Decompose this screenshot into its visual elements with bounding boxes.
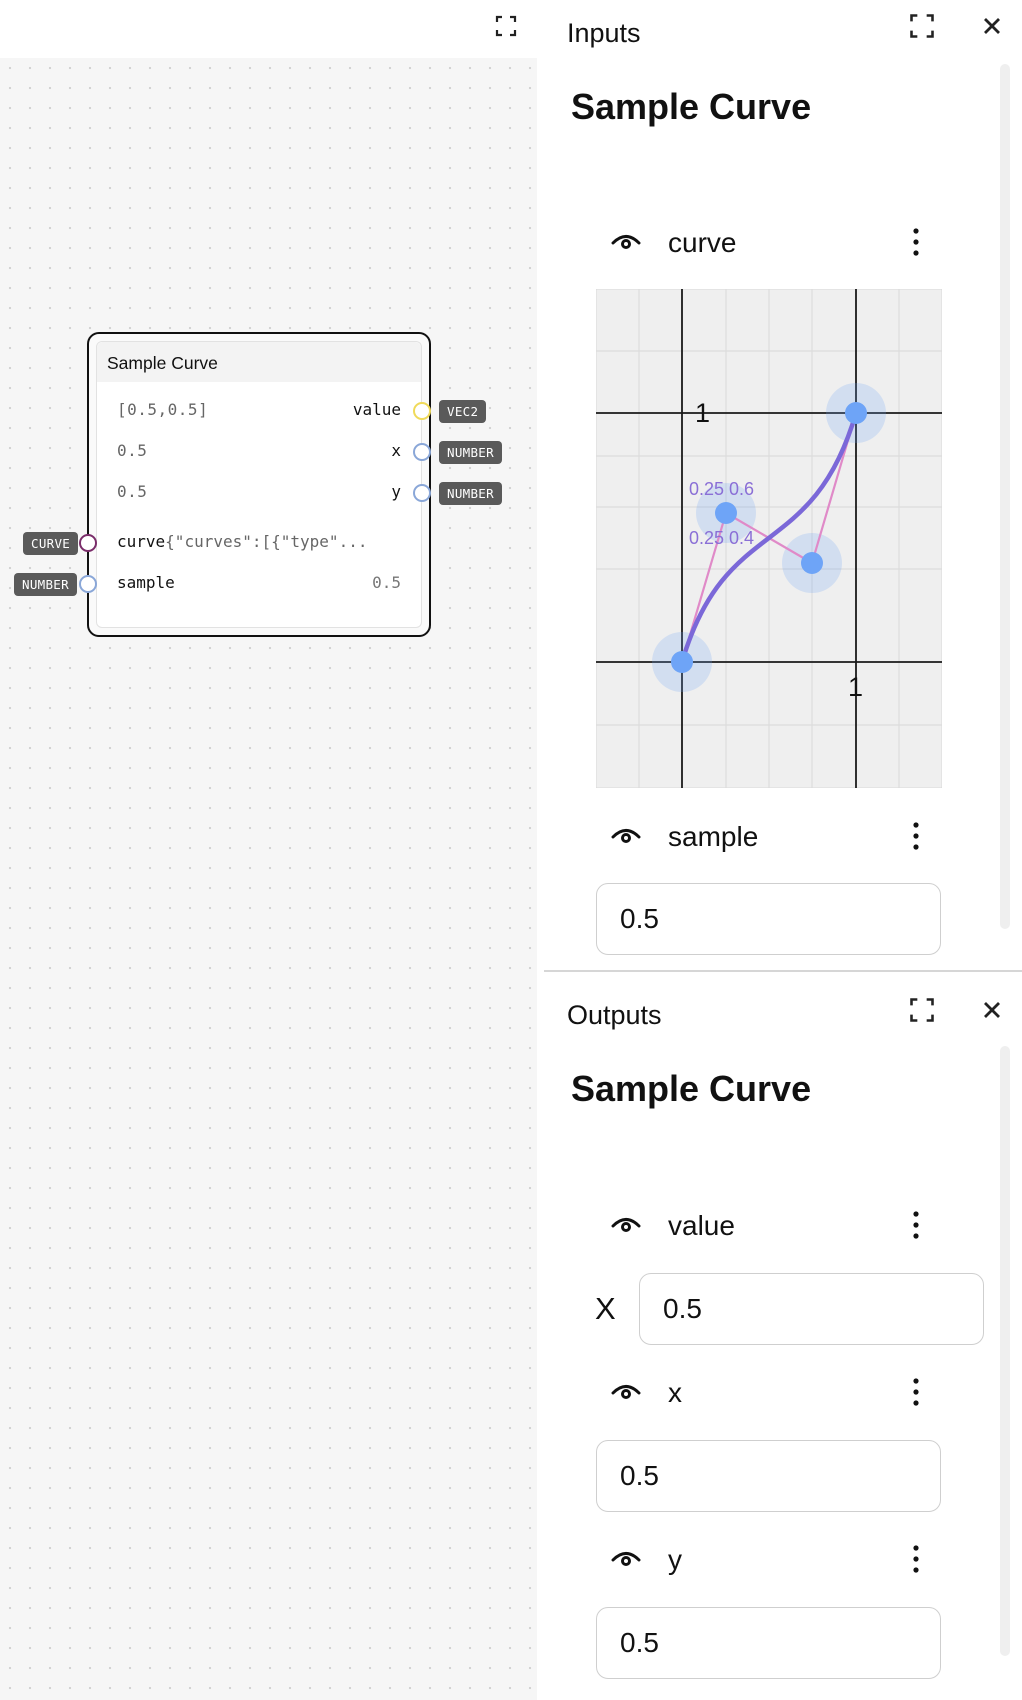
inputs-panel-heading: Sample Curve (571, 86, 812, 127)
more-vertical-icon[interactable] (910, 227, 922, 257)
sample-curve-node[interactable]: Sample Curve [0.5,0.5] value 0.5 x 0.5 y… (14, 332, 502, 637)
inputs-scrollbar[interactable] (1000, 64, 1010, 929)
control-point-handle-1[interactable] (715, 502, 737, 524)
node-output-row-x: 0.5 x (97, 441, 421, 465)
point-label-handle-1: 0.25 0.6 (689, 479, 754, 499)
eye-icon[interactable] (610, 1211, 642, 1239)
axis-label-x-one: 1 (848, 672, 863, 702)
output-preview: 0.5 (117, 482, 148, 501)
output-port-value[interactable] (413, 402, 431, 420)
x-number-input[interactable]: 0.5 (596, 1440, 941, 1512)
input-label: sample (117, 573, 175, 592)
close-icon[interactable] (978, 996, 1006, 1024)
node-canvas[interactable]: Sample Curve [0.5,0.5] value 0.5 x 0.5 y… (0, 58, 537, 1700)
field-label: y (668, 1544, 682, 1575)
more-vertical-icon[interactable] (910, 1377, 922, 1407)
more-vertical-icon[interactable] (910, 1544, 922, 1574)
field-label: sample (668, 821, 759, 852)
input-port-curve[interactable] (79, 534, 97, 552)
output-label: y (391, 482, 401, 501)
input-row-content: curve{"curves":[{"type"... (117, 532, 367, 551)
node-title: Sample Curve (97, 342, 421, 382)
vector-x-label: X (595, 1291, 616, 1326)
node-input-row-sample: sample 0.5 (97, 573, 421, 597)
axis-label-y-one: 1 (695, 398, 710, 428)
eye-icon[interactable] (610, 822, 642, 850)
input-preview: {"curves":[{"type"... (165, 532, 368, 551)
outputs-panel-title: Outputs (567, 1000, 662, 1030)
type-tag-number: NUMBER (14, 573, 77, 596)
more-vertical-icon[interactable] (910, 1210, 922, 1240)
field-header-sample: sample (610, 816, 930, 856)
y-number-input[interactable]: 0.5 (596, 1607, 941, 1679)
field-header-value: value (610, 1205, 930, 1245)
control-point-end[interactable] (845, 402, 867, 424)
node-output-row-value: [0.5,0.5] value (97, 400, 421, 424)
node-body: Sample Curve [0.5,0.5] value 0.5 x 0.5 y… (96, 341, 422, 628)
inputs-panel-title: Inputs (567, 18, 641, 48)
input-port-sample[interactable] (79, 575, 97, 593)
expand-icon[interactable] (494, 14, 518, 38)
field-label: curve (668, 227, 737, 258)
type-tag-vec2: VEC2 (439, 400, 487, 423)
output-label: value (352, 400, 401, 419)
node-output-row-y: 0.5 y (97, 482, 421, 506)
field-label: value (668, 1210, 735, 1241)
eye-icon[interactable] (610, 1545, 642, 1573)
control-point-start[interactable] (671, 651, 693, 673)
field-header-curve: curve (610, 222, 930, 262)
eye-icon[interactable] (610, 1378, 642, 1406)
field-header-y: y (610, 1539, 930, 1579)
canvas-toolbar (0, 0, 537, 58)
control-point-handle-2[interactable] (801, 552, 823, 574)
output-preview: [0.5,0.5] (117, 400, 209, 419)
expand-icon[interactable] (908, 12, 936, 40)
input-preview: 0.5 (372, 573, 401, 592)
type-tag-curve: CURVE (23, 532, 79, 555)
node-input-row-curve: curve{"curves":[{"type"... (97, 532, 421, 556)
output-port-x[interactable] (413, 443, 431, 461)
more-vertical-icon[interactable] (910, 821, 922, 851)
type-tag-number: NUMBER (439, 482, 502, 505)
point-label-handle-2: 0.25 0.4 (689, 528, 754, 548)
field-label: x (668, 1377, 682, 1408)
curve-editor[interactable]: 1 1 0.25 0.6 0.25 0.4 (596, 289, 942, 788)
output-label: x (391, 441, 401, 460)
eye-icon[interactable] (610, 228, 642, 256)
sample-number-input[interactable]: 0.5 (596, 883, 941, 955)
expand-icon[interactable] (908, 996, 936, 1024)
input-label: curve (117, 532, 166, 551)
type-tag-number: NUMBER (439, 441, 502, 464)
value-x-input[interactable]: 0.5 (639, 1273, 984, 1345)
output-preview: 0.5 (117, 441, 148, 460)
outputs-scrollbar[interactable] (1000, 1046, 1010, 1656)
close-icon[interactable] (978, 12, 1006, 40)
field-header-x: x (610, 1372, 930, 1412)
outputs-panel-heading: Sample Curve (571, 1068, 812, 1109)
panel-divider[interactable] (544, 970, 1022, 972)
output-port-y[interactable] (413, 484, 431, 502)
